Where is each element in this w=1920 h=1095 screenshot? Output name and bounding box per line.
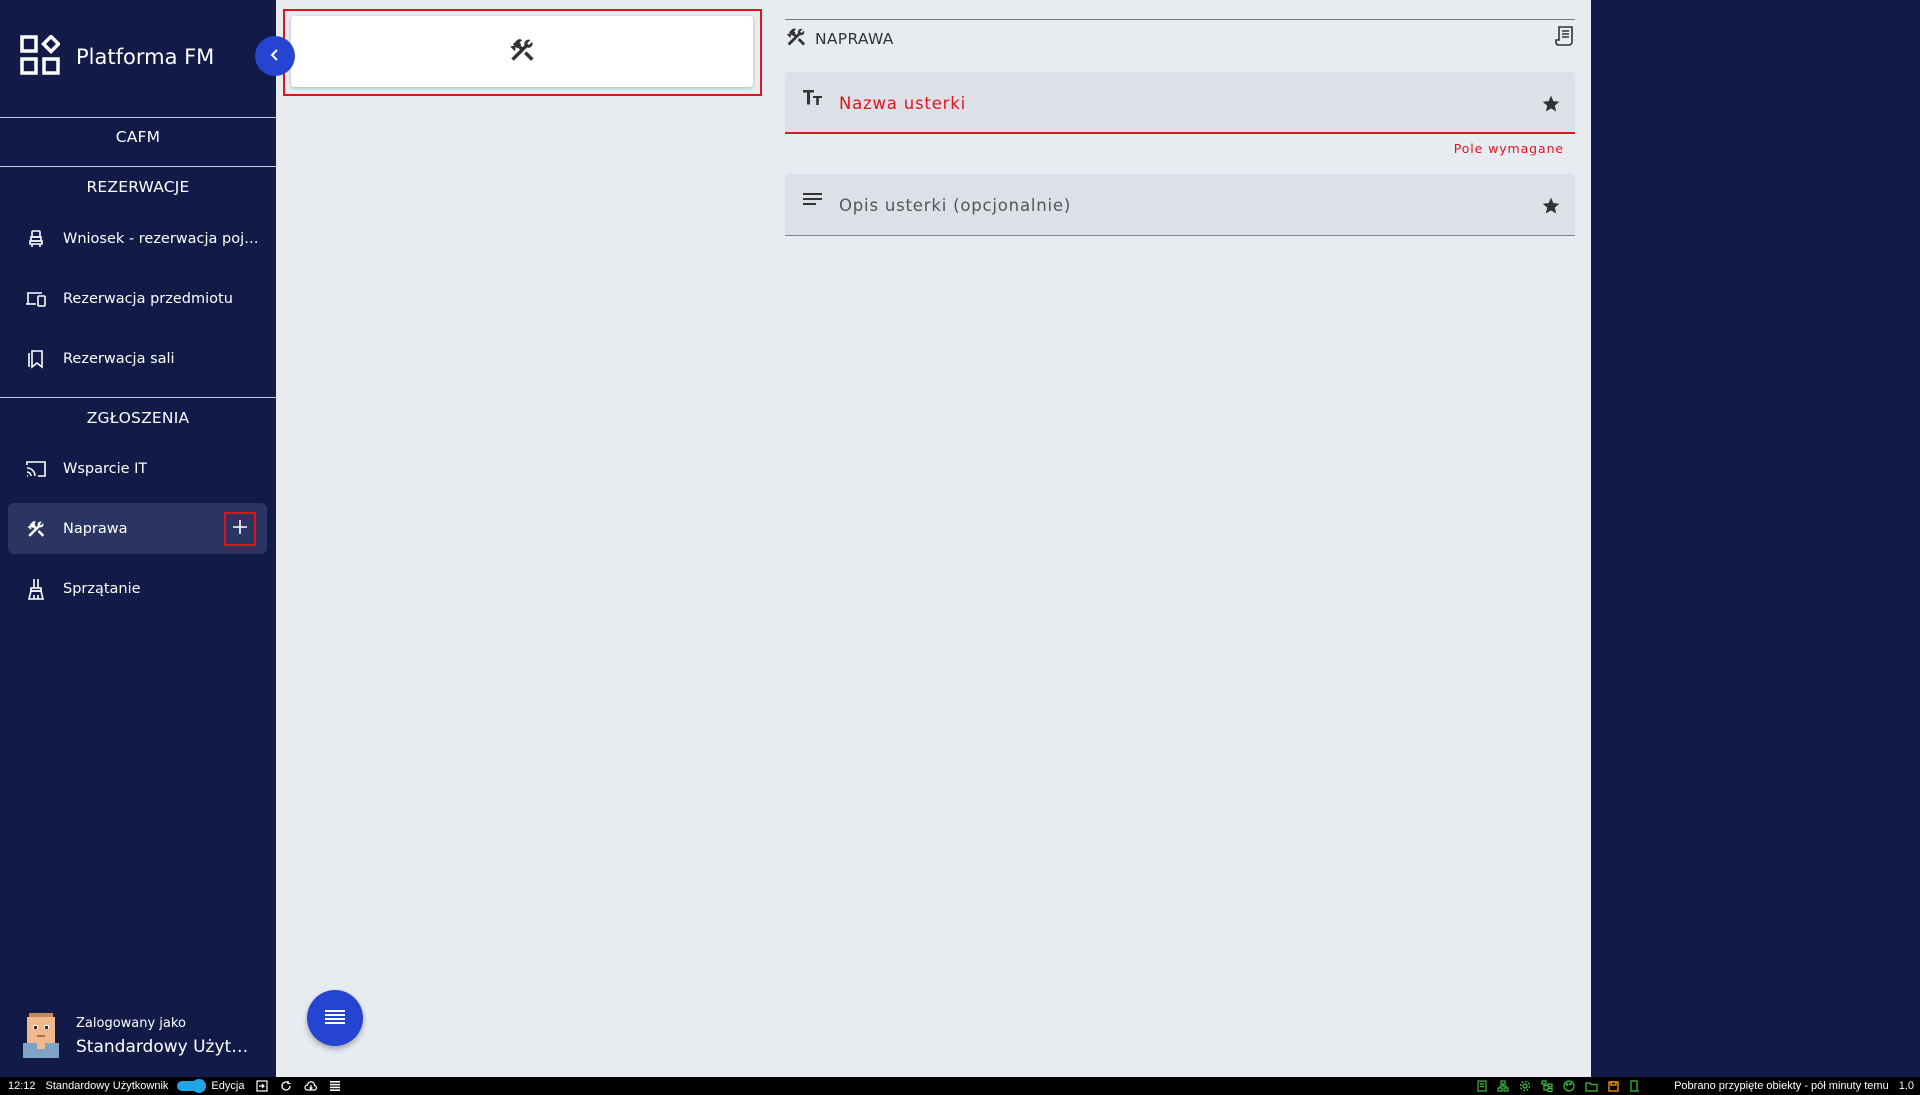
form-header: NAPRAWA: [785, 25, 1575, 52]
apps-logo-icon: [20, 34, 61, 79]
user-panel[interactable]: Zalogowany jako Standardowy Użytkownik: [20, 1010, 251, 1062]
car-seat-icon: [24, 227, 48, 251]
tree-icon[interactable]: [1497, 1080, 1509, 1092]
fault-description-field[interactable]: Opis usterki (opcjonalnie): [785, 174, 1575, 236]
receipt-icon[interactable]: [1476, 1080, 1487, 1092]
form-title: NAPRAWA: [815, 30, 894, 48]
field-label: Opis usterki (opcjonalnie): [839, 196, 1072, 215]
logout-icon[interactable]: [256, 1080, 269, 1092]
add-repair-button[interactable]: [224, 512, 256, 546]
field-error-message: Pole wymagane: [1453, 141, 1564, 156]
save-icon[interactable]: [1608, 1080, 1619, 1092]
section-title-zgloszenia: ZGŁOSZENIA: [86, 409, 190, 427]
divider: [0, 397, 276, 398]
status-user: Standardowy Użytkownik: [45, 1080, 169, 1092]
sync-status-text: Pobrano przypięte obiekty - pół minuty t…: [1674, 1080, 1889, 1092]
divider: [785, 19, 1575, 20]
star-icon[interactable]: [1541, 196, 1561, 220]
tools-icon: [24, 517, 48, 541]
menu-fab-button[interactable]: [307, 990, 363, 1046]
status-bar: 12:12 Standardowy Użytkownik Edycja Pobr…: [0, 1077, 1920, 1095]
receipt-icon[interactable]: [1555, 25, 1575, 51]
status-bar-right: Pobrano przypięte obiekty - pół minuty t…: [1466, 1077, 1920, 1095]
palette-icon[interactable]: [1563, 1080, 1575, 1092]
main-content: NAPRAWA Nazwa usterki Pole wymagane Opis…: [276, 0, 1591, 1077]
sidebar-item-label: Naprawa: [63, 520, 128, 537]
refresh-icon[interactable]: [280, 1080, 292, 1092]
repair-category-card[interactable]: [291, 16, 753, 87]
selected-card-outline: [283, 9, 762, 96]
clock: 12:12: [8, 1080, 36, 1092]
sidebar-item-it-support[interactable]: Wsparcie IT: [8, 443, 267, 494]
avatar: [20, 1010, 62, 1062]
cloud-icon[interactable]: [304, 1080, 318, 1092]
broom-icon: [24, 577, 48, 601]
chevron-left-icon: [268, 47, 282, 66]
devices-icon: [24, 287, 48, 311]
sidebar-item-label: Wsparcie IT: [63, 460, 148, 477]
star-icon[interactable]: [1541, 94, 1561, 118]
sidebar: Platforma FM CAFM REZERWACJE Wniosek - r…: [0, 0, 295, 1077]
user-name: Standardowy Użytkownik: [76, 1036, 251, 1057]
bookmarks-icon: [24, 347, 48, 371]
sidebar-item-label: Wniosek - rezerwacja pojazdu: [63, 230, 263, 247]
menu-icon: [325, 1009, 345, 1028]
cast-icon: [24, 457, 48, 481]
text-size-icon: [803, 90, 823, 110]
hierarchy-icon[interactable]: [1541, 1080, 1553, 1092]
sidebar-item-label: Sprzątanie: [63, 580, 141, 597]
gear-icon[interactable]: [1519, 1080, 1531, 1092]
plus-icon: [232, 519, 248, 539]
tools-icon: [785, 26, 807, 52]
tools-icon: [508, 36, 536, 68]
module-title[interactable]: CAFM: [0, 128, 276, 146]
app-title: Platforma FM: [76, 45, 215, 69]
brand[interactable]: Platforma FM: [20, 34, 215, 79]
notes-icon: [803, 192, 823, 212]
version-label: 1.0: [1898, 1080, 1914, 1092]
door-icon[interactable]: [1629, 1080, 1640, 1092]
list-icon[interactable]: [330, 1081, 341, 1091]
folder-icon[interactable]: [1585, 1081, 1598, 1092]
sidebar-item-room-reservation[interactable]: Rezerwacja sali: [8, 333, 267, 384]
sidebar-item-item-reservation[interactable]: Rezerwacja przedmiotu: [8, 273, 267, 324]
sidebar-item-label: Rezerwacja przedmiotu: [63, 290, 233, 307]
edit-mode-toggle[interactable]: [177, 1079, 207, 1093]
divider: [0, 117, 276, 118]
logged-in-caption: Zalogowany jako: [76, 1015, 186, 1031]
divider: [0, 166, 276, 167]
collapse-sidebar-button[interactable]: [255, 36, 295, 76]
sidebar-item-vehicle-reservation[interactable]: Wniosek - rezerwacja pojazdu: [8, 213, 267, 264]
sidebar-item-label: Rezerwacja sali: [63, 350, 175, 367]
sidebar-item-cleaning[interactable]: Sprzątanie: [8, 563, 267, 614]
field-label: Nazwa usterki: [839, 94, 966, 113]
fault-name-field[interactable]: Nazwa usterki: [785, 72, 1575, 134]
edit-mode-label: Edycja: [211, 1080, 245, 1092]
sidebar-item-repair[interactable]: Naprawa: [8, 503, 267, 554]
section-title-rezerwacje: REZERWACJE: [86, 178, 190, 196]
